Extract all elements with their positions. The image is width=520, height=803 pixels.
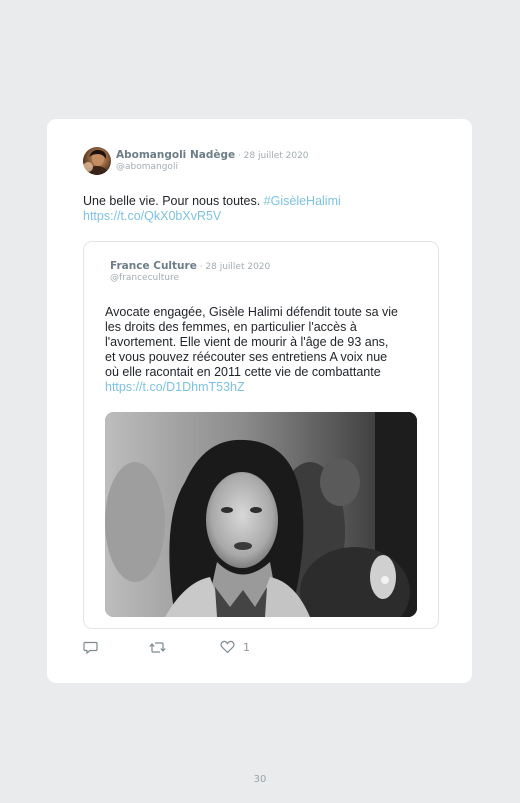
like-button[interactable]: 1 — [220, 638, 250, 656]
author-name-text: Abomangoli Nadège — [116, 149, 236, 161]
quoted-text-line: l'avortement. Elle vient de mourir à l'â… — [105, 335, 389, 349]
avatar-image — [83, 149, 108, 175]
quoted-text-line: où elle racontait en 2011 cette vie de c… — [105, 365, 381, 379]
tweet-body: Une belle vie. Pour nous toutes. — [83, 194, 264, 208]
quoted-author-handle[interactable]: @franceculture — [110, 273, 179, 283]
photo-image — [105, 412, 417, 617]
like-count: 1 — [243, 640, 250, 654]
author-handle[interactable]: @abomangoli — [116, 162, 178, 172]
author-name[interactable]: Abomangoli Nadège · 28 juillet 2020 — [116, 149, 309, 161]
reply-icon — [83, 641, 98, 654]
retweet-button[interactable] — [149, 638, 166, 656]
quoted-text-line: Avocate engagée, Gisèle Halimi défendit … — [105, 305, 399, 319]
tweet-text: Une belle vie. Pour nous toutes. #Gisèle… — [83, 194, 443, 224]
quoted-text-line: les droits des femmes, en particulier l'… — [105, 320, 357, 334]
quoted-link[interactable]: https://t.co/D1DhmT53hZ — [105, 380, 423, 395]
retweet-icon — [149, 641, 166, 653]
reply-button[interactable] — [83, 638, 98, 656]
tweet-link[interactable]: https://t.co/QkX0bXvR5V — [83, 209, 221, 223]
page-number: 30 — [253, 774, 267, 785]
quoted-date: · 28 juillet 2020 — [196, 262, 271, 272]
tweet-actions: 1 — [83, 638, 443, 656]
heart-icon — [220, 640, 235, 654]
quoted-photo[interactable] — [105, 412, 417, 617]
hashtag-link[interactable]: #GisèleHalimi — [264, 194, 341, 208]
quoted-author-name[interactable]: France Culture · 28 juillet 2020 — [110, 260, 270, 272]
quoted-text: Avocate engagée, Gisèle Halimi défendit … — [105, 305, 423, 395]
avatar[interactable] — [83, 147, 111, 175]
tweet-card: Abomangoli Nadège · 28 juillet 2020 @abo… — [47, 119, 472, 683]
quoted-tweet[interactable]: France Culture · 28 juillet 2020 @france… — [83, 241, 439, 629]
tweet-date: · 28 juillet 2020 — [235, 151, 309, 161]
quoted-text-line: et vous pouvez réécouter ses entretiens … — [105, 350, 388, 364]
quoted-author-name-text: France Culture — [110, 260, 197, 272]
